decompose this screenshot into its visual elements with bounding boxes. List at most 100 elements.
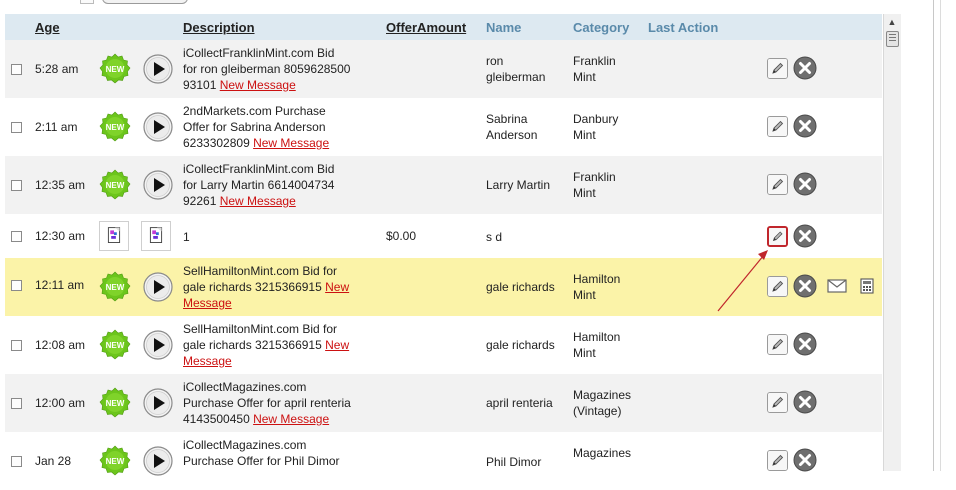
play-icon[interactable] [143,170,173,200]
new-badge-icon[interactable]: NEW [99,387,131,419]
table-row[interactable]: 5:28 am NEW iCollectFranklinMint.com Bid… [5,40,882,98]
pencil-icon[interactable] [767,334,788,355]
play-icon[interactable] [143,330,173,360]
col-header-age[interactable]: Age [35,20,60,35]
new-badge-label: NEW [106,457,125,466]
close-icon[interactable] [793,274,817,298]
row-description: SellHamiltonMint.com Bid for gale richar… [183,264,350,310]
row-age: Jan 28 [35,454,72,468]
close-icon[interactable] [793,448,817,472]
row-description: iCollectFranklinMint.com Bid for Larry M… [183,162,335,208]
new-message-link[interactable]: New [325,338,349,352]
close-icon[interactable] [793,56,817,80]
panel-divider [940,0,941,471]
play-icon[interactable] [143,54,173,84]
pencil-icon[interactable] [767,58,788,79]
row-checkbox[interactable] [11,231,22,242]
table-row[interactable]: 2:11 am NEW 2ndMarkets.com Purchase Offe… [5,98,882,156]
close-icon[interactable] [793,114,817,138]
col-header-category[interactable]: Category [573,20,629,35]
pencil-icon[interactable] [767,392,788,413]
new-message-link[interactable]: New Message [220,78,296,92]
row-description: iCollectFranklinMint.com Bid for ron gle… [183,46,351,92]
new-message-link[interactable]: New Message [220,194,296,208]
col-header-last-action[interactable]: Last Action [648,20,718,35]
col-header-offer-amount[interactable]: OfferAmount [386,20,466,35]
table-row[interactable]: 12:00 am NEW iCollectMagazines.com Purch… [5,374,882,432]
table-row[interactable]: 12:11 am NEW SellHamiltonMint.com Bid fo… [5,258,882,316]
table-row[interactable]: Jan 28 NEW iCollectMagazines.com Purchas… [5,432,882,490]
new-message-link[interactable]: Message [183,354,232,368]
new-message-link[interactable]: New Message [253,412,329,426]
row-age: 12:08 am [35,338,86,352]
pencil-icon[interactable] [767,226,788,247]
new-message-link[interactable]: New [325,280,349,294]
row-checkbox[interactable] [11,280,22,291]
scroll-thumb[interactable] [886,31,899,47]
calculator-icon[interactable] [860,278,874,294]
row-category: Franklin Mint [573,54,616,84]
col-header-name[interactable]: Name [486,20,521,35]
row-checkbox[interactable] [11,456,22,467]
row-description: 1 [183,230,190,244]
row-checkbox[interactable] [11,64,22,75]
new-badge-icon[interactable]: NEW [99,111,131,143]
close-icon[interactable] [793,224,817,248]
new-badge-label: NEW [106,283,125,292]
toolbar-pill-button[interactable] [102,0,188,4]
new-badge-icon[interactable]: NEW [99,169,131,201]
new-badge-icon[interactable]: NEW [99,271,131,303]
row-category: Hamilton Mint [573,330,621,360]
table-row[interactable]: 12:30 am 1 $0.00 s d [5,214,882,258]
col-header-description[interactable]: Description [183,20,255,35]
table-row[interactable]: 12:08 am NEW SellHamiltonMint.com Bid fo… [5,316,882,374]
row-age: 12:11 am [35,278,85,292]
row-description: SellHamiltonMint.com Bid for gale richar… [183,322,350,368]
table-row[interactable]: 12:35 am NEW iCollectFranklinMint.com Bi… [5,156,882,214]
row-description: iCollectMagazines.com Purchase Offer for… [183,438,340,468]
row-category: Danbury Mint [573,112,619,142]
document-icon[interactable] [141,221,171,251]
new-message-link[interactable]: Message [183,296,232,310]
play-icon[interactable] [143,272,173,302]
row-name: gale richards [486,338,555,352]
row-category: Magazines (Vintage) [573,388,632,418]
play-icon[interactable] [143,388,173,418]
row-name: gale richards [486,280,555,294]
scroll-up-arrow-icon[interactable]: ▲ [886,16,898,28]
vertical-scrollbar[interactable]: ▲ [883,14,901,471]
envelope-icon[interactable] [827,279,847,293]
row-description: 2ndMarkets.com Purchase Offer for Sabrin… [183,104,330,150]
row-checkbox[interactable] [11,180,22,191]
new-badge-icon[interactable]: NEW [99,329,131,361]
row-age: 12:35 am [35,178,86,192]
row-offer-amount: $0.00 [386,229,417,243]
right-panel [900,0,956,471]
close-icon[interactable] [793,332,817,356]
close-icon[interactable] [793,172,817,196]
row-checkbox[interactable] [11,122,22,133]
row-age: 12:30 am [35,229,86,243]
pencil-icon[interactable] [767,174,788,195]
row-name: ron gleiberman [486,54,546,84]
document-icon[interactable] [99,221,129,251]
row-name: Phil Dimor [486,455,542,469]
pencil-icon[interactable] [767,450,788,471]
row-checkbox[interactable] [11,340,22,351]
new-badge-icon[interactable]: NEW [99,53,131,85]
close-icon[interactable] [793,390,817,414]
play-icon[interactable] [143,446,173,476]
pencil-icon[interactable] [767,276,788,297]
row-checkbox[interactable] [11,398,22,409]
pencil-icon[interactable] [767,116,788,137]
toolbar-small-button[interactable] [80,0,94,4]
panel-divider [933,0,934,471]
new-message-link[interactable]: New Message [253,136,329,150]
play-icon[interactable] [143,112,173,142]
offers-grid: Age Description OfferAmount Name Categor… [5,14,882,490]
new-badge-icon[interactable]: NEW [99,445,131,477]
new-badge-label: NEW [106,123,125,132]
new-badge-label: NEW [106,341,125,350]
row-category: Hamilton Mint [573,272,621,302]
row-age: 5:28 am [35,62,79,76]
